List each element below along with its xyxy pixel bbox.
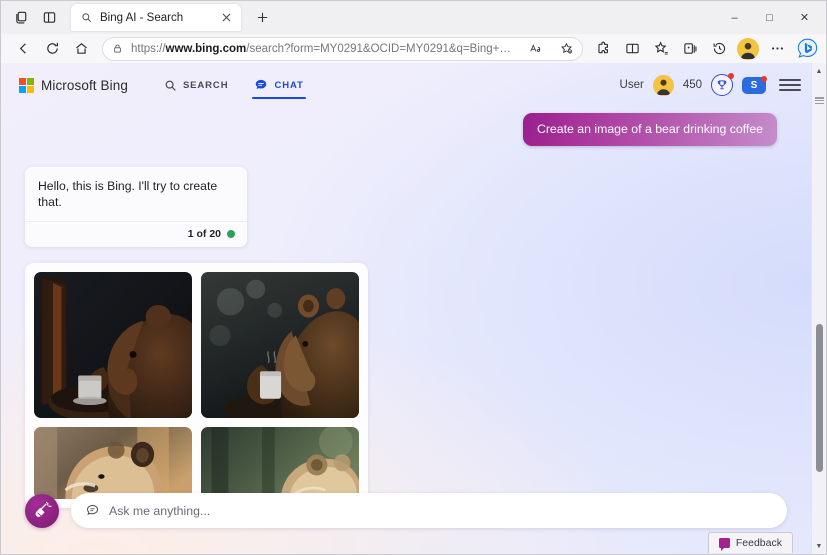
new-tab-button[interactable] [249,5,275,31]
generated-image-3[interactable] [34,426,192,499]
collections-icon[interactable] [676,36,704,62]
add-favorite-icon[interactable] [555,38,577,59]
tab-search-label: SEARCH [182,79,229,91]
bing-logo-text: Microsoft Bing [41,77,128,93]
maximize-button[interactable]: □ [752,1,787,34]
chat-conversation: Create an image of a bear drinking coffe… [1,107,811,508]
tab-title: Bing AI - Search [100,11,184,24]
tab-chat-label: CHAT [274,79,304,91]
chat-bubble-icon [254,78,268,92]
close-window-button[interactable]: ✕ [787,1,822,34]
hamburger-menu-icon[interactable] [779,74,801,96]
search-icon [164,79,177,92]
rewards-trophy-icon[interactable] [711,73,734,96]
tab-search[interactable]: SEARCH [164,63,229,107]
address-bar[interactable]: https://www.bing.com/search?form=MY0291&… [102,36,583,61]
generated-image-4[interactable] [201,426,359,499]
chat-input[interactable] [109,503,771,518]
generated-image-1[interactable] [34,271,192,418]
bing-chat-page: Microsoft Bing SEARCH CHAT User 450 S Cr… [1,63,811,554]
turn-counter-row: 1 of 20 [25,220,247,247]
turn-status-dot [227,229,235,238]
bing-nav-tabs: SEARCH CHAT [164,63,307,107]
chat-input-container[interactable] [71,493,787,528]
close-icon[interactable] [218,9,235,26]
split-screen-icon[interactable] [35,5,63,31]
scroll-up-arrow[interactable]: ▲ [812,63,827,79]
search-icon [80,11,93,24]
back-arrow-icon[interactable] [9,36,37,62]
browser-window: Bing AI - Search – □ ✕ https://www.bing.… [0,0,827,555]
shopping-rebates-icon[interactable]: S [742,75,767,94]
scrollbar-grip [814,97,824,104]
tab-strip: Bing AI - Search – □ ✕ [1,1,826,34]
chat-composer [1,493,811,528]
generated-images-card [25,262,368,508]
feedback-label: Feedback [735,537,782,549]
bing-chat-icon[interactable] [794,36,820,62]
chat-bubble-outline-icon [85,503,100,518]
page-viewport: Microsoft Bing SEARCH CHAT User 450 S Cr… [1,63,826,554]
bot-message-bubble: Hello, this is Bing. I'll try to create … [25,166,247,247]
page-scrollbar[interactable]: ▲ ▼ [811,63,826,554]
read-aloud-icon[interactable] [525,38,547,59]
refresh-icon[interactable] [38,36,66,62]
notification-dot [761,75,767,82]
profile-avatar-icon[interactable] [734,36,762,62]
tab-chat[interactable]: CHAT [252,63,307,107]
home-icon[interactable] [67,36,95,62]
feedback-chat-icon [718,538,730,551]
user-message-bubble: Create an image of a bear drinking coffe… [522,113,777,146]
lock-icon [112,43,123,54]
split-screen-icon[interactable] [618,36,646,62]
bing-account-area: User 450 S [619,73,801,96]
feedback-button[interactable]: Feedback [707,532,793,553]
extensions-icon[interactable] [589,36,617,62]
browser-tab[interactable]: Bing AI - Search [71,4,241,31]
scrollbar-thumb[interactable] [815,324,823,472]
favorites-icon[interactable] [647,36,675,62]
microsoft-bing-logo[interactable]: Microsoft Bing [19,77,128,93]
user-avatar-icon[interactable] [652,74,674,96]
more-options-icon[interactable] [763,36,791,62]
scroll-down-arrow[interactable]: ▼ [812,538,827,554]
user-label: User [619,79,644,91]
address-bar-url: https://www.bing.com/search?form=MY0291&… [131,42,517,55]
tab-actions-icon[interactable] [7,5,35,31]
notification-dot [728,73,734,79]
bing-header: Microsoft Bing SEARCH CHAT User 450 S [1,63,811,107]
rewards-points: 450 [682,79,702,91]
navigation-bar: https://www.bing.com/search?form=MY0291&… [1,34,826,63]
minimize-button[interactable]: – [717,1,752,34]
microsoft-logo-icon [19,77,34,93]
new-topic-broom-icon[interactable] [25,493,59,528]
turn-counter: 1 of 20 [187,227,221,240]
avatar [737,37,759,60]
window-controls: – □ ✕ [717,1,822,34]
generated-image-2[interactable] [201,271,359,418]
history-icon[interactable] [705,36,733,62]
bot-message-row: Hello, this is Bing. I'll try to create … [25,166,777,247]
scrollbar-track[interactable] [812,79,827,538]
user-message-row: Create an image of a bear drinking coffe… [25,113,777,146]
bot-message-text: Hello, this is Bing. I'll try to create … [38,178,218,210]
